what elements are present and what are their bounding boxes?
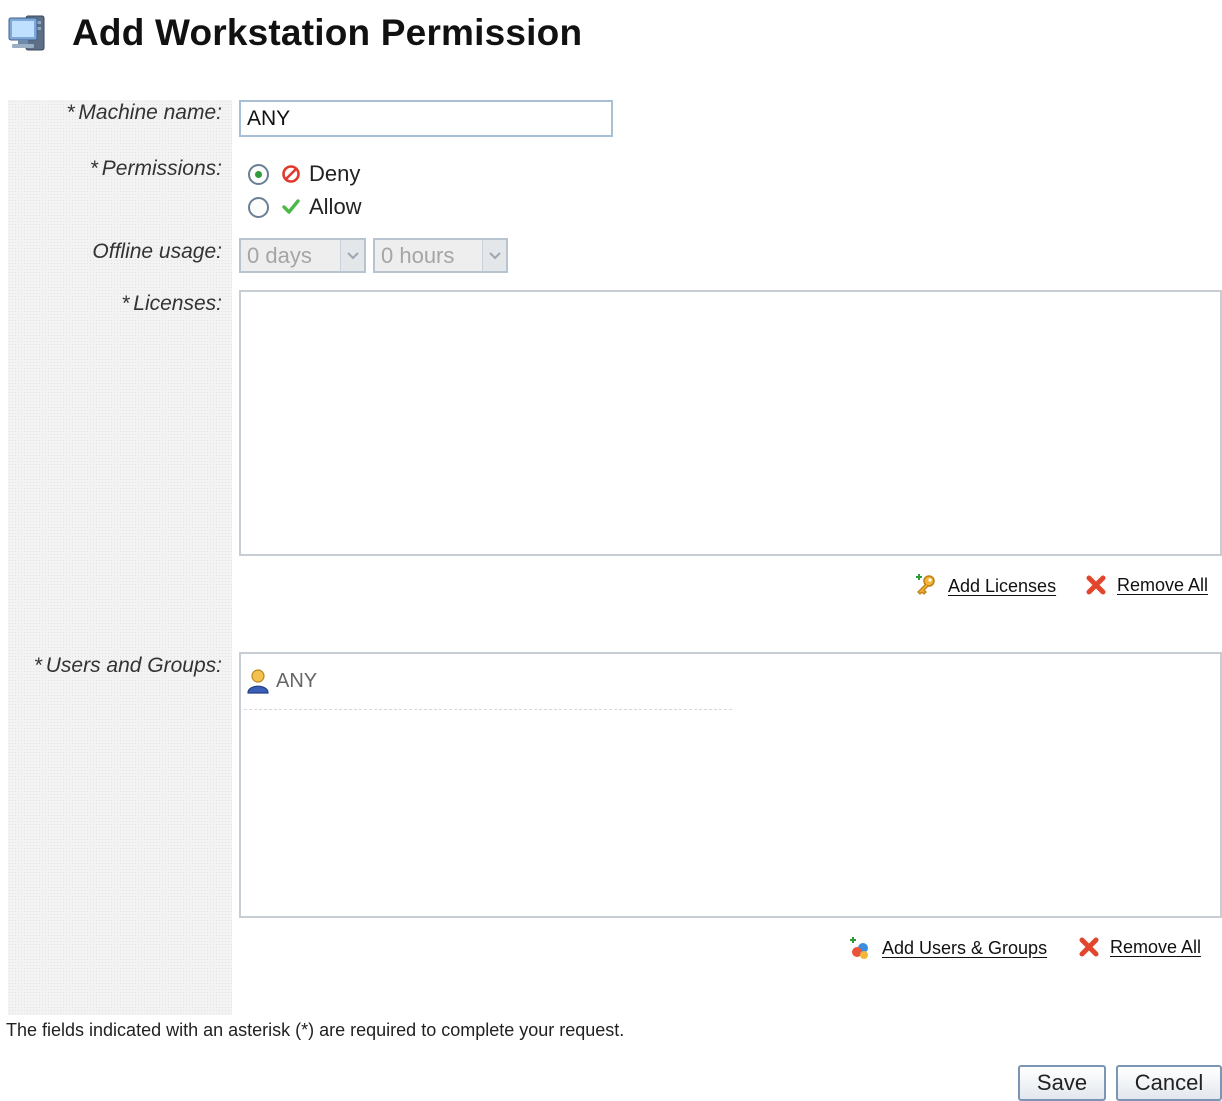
deny-option-label: Deny [309,161,361,186]
required-marker: * [90,157,99,180]
offline-usage-label: Offline usage: [92,240,222,264]
permissions-label-text: Permissions: [101,157,222,180]
add-license-key-icon [914,574,938,598]
machine-name-label: * Machine name: [67,101,222,125]
add-users-groups-link[interactable]: Add Users & Groups [882,938,1047,959]
list-divider [244,709,732,710]
offline-usage-label-text: Offline usage: [92,240,222,263]
add-licenses-action[interactable]: Add Licenses [914,574,1056,598]
licenses-label-text: Licenses: [133,292,222,315]
form-label-column [8,100,232,1015]
required-marker: * [67,101,76,124]
offline-days-select[interactable]: 0 days [239,238,366,273]
remove-all-licenses-action[interactable]: Remove All [1085,574,1208,596]
offline-days-value: 0 days [247,242,312,268]
add-licenses-link[interactable]: Add Licenses [948,576,1056,597]
page-title: Add Workstation Permission [72,12,583,53]
licenses-label: * Licenses: [122,292,222,316]
chevron-down-icon[interactable] [340,240,364,271]
cancel-button[interactable]: Cancel [1116,1065,1222,1101]
required-marker: * [34,654,43,677]
permissions-label: * Permissions: [91,157,222,181]
chevron-down-icon[interactable] [482,240,506,271]
required-fields-note: The fields indicated with an asterisk (*… [6,1020,625,1040]
users-groups-label: * Users and Groups: [35,654,222,678]
deny-radio[interactable] [248,163,269,185]
licenses-list[interactable] [239,290,1222,556]
allow-radio[interactable] [248,196,269,218]
allow-option-label: Allow [309,194,362,219]
machine-name-input[interactable] [239,100,613,137]
users-groups-list[interactable] [239,652,1222,918]
user-icon [246,668,270,694]
remove-x-icon [1085,574,1107,596]
machine-name-label-text: Machine name: [78,101,222,124]
offline-hours-select[interactable]: 0 hours [373,238,508,273]
add-users-groups-action[interactable]: Add Users & Groups [848,936,1047,960]
remove-all-users-groups-link[interactable]: Remove All [1110,937,1201,958]
remove-all-licenses-link[interactable]: Remove All [1117,575,1208,596]
user-entry-name: ANY [276,669,318,692]
computer-workstation-icon [8,12,60,52]
save-button[interactable]: Save [1018,1065,1106,1101]
offline-hours-value: 0 hours [381,242,455,268]
remove-x-icon [1078,936,1100,958]
required-marker: * [122,292,131,315]
users-groups-label-text: Users and Groups: [45,654,222,677]
add-users-groups-icon [848,936,872,960]
remove-all-users-groups-action[interactable]: Remove All [1078,936,1201,958]
allow-check-icon [281,197,301,217]
permission-option-allow[interactable]: Allow [248,192,362,222]
list-item[interactable]: ANY [246,668,317,694]
deny-icon [281,164,301,184]
permission-option-deny[interactable]: Deny [248,159,360,189]
